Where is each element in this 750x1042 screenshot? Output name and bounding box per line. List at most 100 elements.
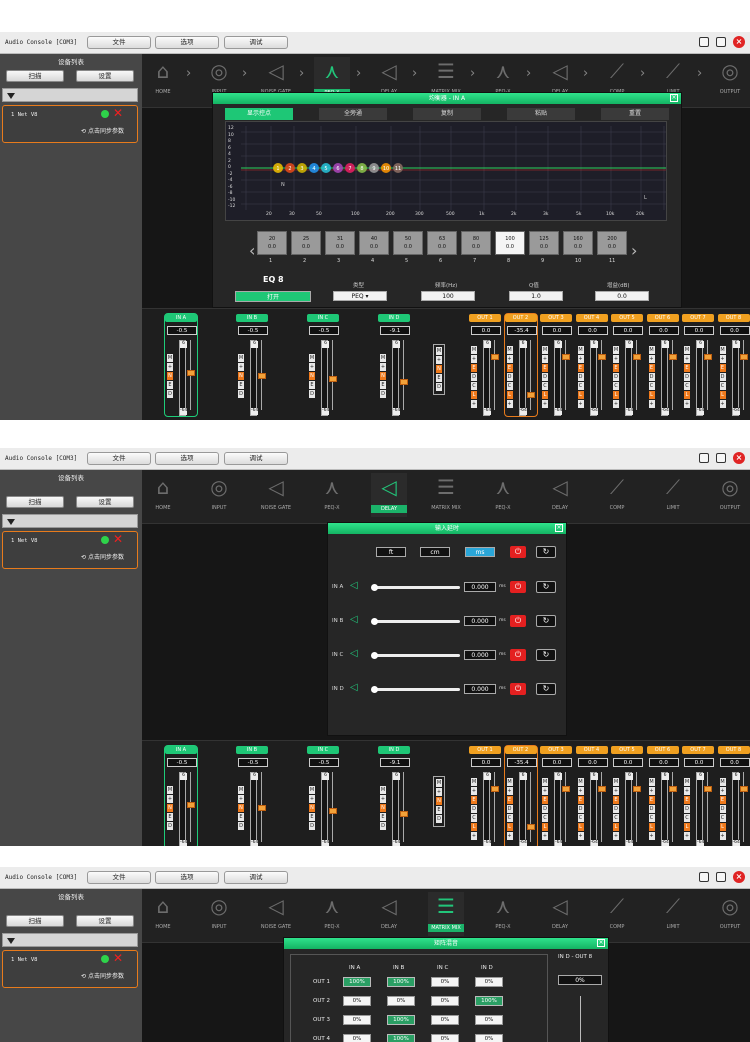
matrix-cell[interactable]: 0% — [475, 1015, 503, 1025]
close-icon[interactable]: × — [733, 871, 745, 883]
delay-slider[interactable] — [371, 686, 460, 693]
collapse-toggle[interactable] — [2, 88, 138, 102]
fader-knob[interactable] — [329, 808, 337, 814]
channel-tag[interactable]: IN D — [378, 746, 410, 754]
nav-input[interactable]: ◎ INPUT — [201, 892, 237, 936]
channel-gain[interactable]: -35.4 — [506, 326, 537, 335]
channel-gain[interactable]: 0.0 — [648, 326, 679, 335]
channel-button[interactable]: L — [684, 823, 690, 831]
output-channel[interactable]: OUT 4 0.0 M + E D C L +6 -64 — [575, 745, 609, 846]
matrix-cell[interactable]: 100% — [387, 1034, 415, 1042]
channel-button[interactable]: + — [506, 832, 513, 840]
channel-button[interactable]: + — [380, 795, 386, 803]
channel-button[interactable]: + — [577, 355, 584, 363]
menu-debug[interactable]: 调试 — [224, 36, 288, 49]
fader[interactable] — [562, 340, 570, 410]
channel-button[interactable]: + — [542, 400, 548, 408]
fader[interactable] — [526, 340, 535, 410]
channel-gain[interactable]: 0.0 — [719, 758, 750, 767]
channel-button[interactable]: C — [648, 382, 655, 390]
channel-button[interactable]: M — [648, 346, 655, 354]
channel-button[interactable]: + — [167, 795, 173, 803]
channel-button[interactable]: E — [380, 381, 386, 389]
channel-button[interactable]: E — [648, 796, 655, 804]
nav-delay-out[interactable]: ◁ DELAY — [542, 473, 578, 517]
channel-button[interactable]: N — [238, 804, 244, 812]
channel-button[interactable]: L — [719, 391, 726, 399]
channel-button[interactable]: D — [471, 805, 477, 813]
channel-button[interactable]: + — [684, 787, 690, 795]
copy-button[interactable]: 复制 — [413, 108, 481, 120]
menu-debug[interactable]: 调试 — [224, 452, 288, 465]
channel-button[interactable]: + — [684, 400, 690, 408]
channel-button[interactable]: M — [613, 346, 619, 354]
channel-button[interactable]: E — [471, 364, 477, 372]
channel-button[interactable]: C — [577, 382, 584, 390]
channel-button[interactable]: M — [719, 778, 726, 786]
channel-button[interactable]: M — [309, 786, 315, 794]
channel-button[interactable]: + — [613, 832, 619, 840]
channel-gain[interactable]: 0.0 — [613, 326, 643, 335]
type-select[interactable]: PEQ ▾ — [333, 291, 387, 301]
channel-button[interactable]: C — [684, 814, 690, 822]
channel-button[interactable]: + — [613, 787, 619, 795]
channel-button[interactable]: N — [309, 372, 315, 380]
channel-button[interactable]: M — [613, 778, 619, 786]
channel-tag[interactable]: OUT 1 — [469, 314, 501, 322]
channel-button[interactable]: + — [542, 832, 548, 840]
channel-button[interactable]: E — [577, 364, 584, 372]
channel-tag[interactable]: IN C — [307, 746, 339, 754]
channel-tag[interactable]: OUT 7 — [682, 314, 714, 322]
channel-tag[interactable]: OUT 2 — [504, 746, 537, 754]
channel-button[interactable]: E — [684, 364, 690, 372]
channel-button[interactable]: L — [471, 391, 477, 399]
bus-button[interactable]: N — [436, 365, 442, 373]
channel-button[interactable]: + — [471, 400, 477, 408]
remove-icon[interactable]: ✕ — [113, 952, 123, 964]
channel-gain[interactable]: 0.0 — [577, 758, 608, 767]
input-channel[interactable]: IN B -0.5 M + N E D 6 -64 — [235, 313, 269, 417]
channel-button[interactable]: D — [613, 805, 619, 813]
nav-delay[interactable]: ◁ DELAY — [371, 473, 407, 517]
channel-button[interactable]: + — [719, 787, 726, 795]
bypass-all-button[interactable]: 全旁通 — [319, 108, 387, 120]
menu-file[interactable]: 文件 — [87, 871, 151, 884]
bus-button[interactable]: M — [436, 347, 442, 355]
matrix-cell[interactable]: 100% — [387, 1015, 415, 1025]
channel-gain[interactable]: -0.5 — [167, 758, 197, 767]
channel-button[interactable]: + — [648, 400, 655, 408]
channel-gain[interactable]: 0.0 — [719, 326, 750, 335]
fader-knob[interactable] — [400, 811, 408, 817]
band-card[interactable]: 100 0.0 — [495, 231, 525, 255]
power-icon[interactable]: ⏻ — [510, 581, 526, 593]
channel-button[interactable]: L — [684, 391, 690, 399]
channel-button[interactable]: M — [542, 778, 548, 786]
eq-graph[interactable]: 1 2 3 4 5 6 7 8 9 10 11 12 10 8 6 4 2 0 -2 -4 -6 -8 -10 -12 20… — [225, 121, 667, 221]
matrix-cell[interactable]: 0% — [431, 1034, 459, 1042]
channel-button[interactable]: C — [506, 382, 513, 390]
channel-button[interactable]: + — [167, 363, 173, 371]
bus-button[interactable]: D — [436, 815, 442, 823]
channel-button[interactable]: L — [577, 391, 584, 399]
channel-button[interactable]: C — [577, 814, 584, 822]
output-channel[interactable]: OUT 3 0.0 M + E D C L +6 -64 — [539, 745, 573, 846]
nav-output[interactable]: ◎ OUTPUT — [712, 57, 748, 101]
fader-knob[interactable] — [187, 802, 195, 808]
nav-matrix[interactable]: ☰ MATRIX MIX — [428, 473, 464, 517]
channel-button[interactable]: D — [471, 373, 477, 381]
channel-button[interactable]: E — [309, 813, 315, 821]
fader[interactable] — [400, 772, 408, 842]
channel-button[interactable]: M — [684, 346, 690, 354]
matrix-cell[interactable]: 0% — [475, 1034, 503, 1042]
output-channel[interactable]: OUT 4 0.0 M + E D C L +6 -64 — [575, 313, 609, 417]
channel-button[interactable]: + — [380, 363, 386, 371]
channel-button[interactable]: E — [309, 381, 315, 389]
fader[interactable] — [329, 772, 337, 842]
fader-knob[interactable] — [739, 354, 748, 360]
menu-options[interactable]: 选项 — [155, 36, 219, 49]
channel-button[interactable]: N — [380, 372, 386, 380]
channel-button[interactable]: D — [684, 805, 690, 813]
channel-button[interactable]: M — [380, 786, 386, 794]
channel-button[interactable]: + — [471, 832, 477, 840]
output-channel[interactable]: OUT 7 0.0 M + E D C L +6 -64 — [681, 313, 715, 417]
